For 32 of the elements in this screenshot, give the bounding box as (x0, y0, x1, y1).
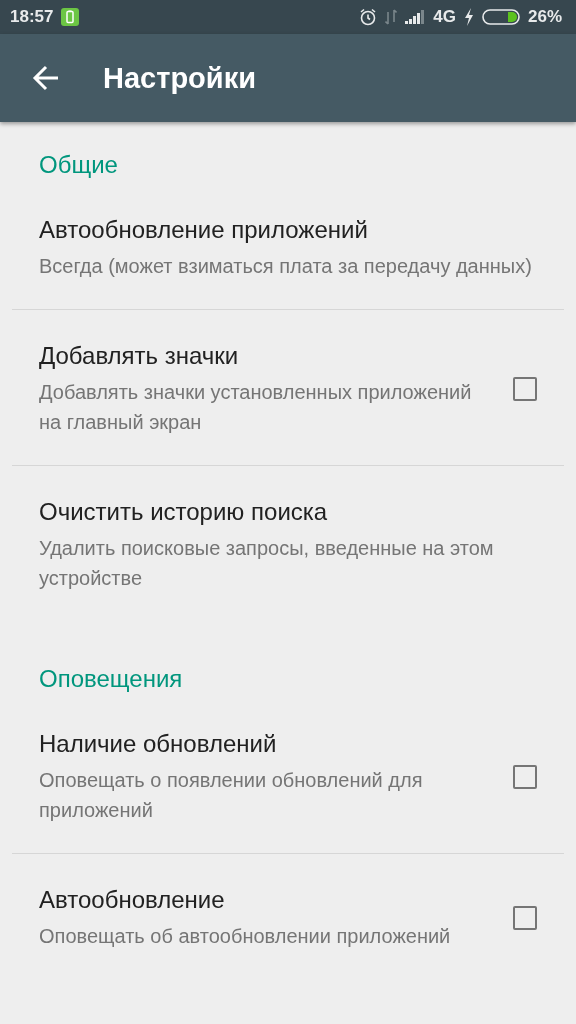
settings-item[interactable]: Очистить историю поиска Удалить поисковые запросы, введенные на этом устройстве (12, 466, 564, 621)
settings-item[interactable]: Наличие обновлений Оповещать о появлении обновлений для приложений (12, 698, 564, 854)
setting-title: Автообновление приложений (39, 215, 369, 245)
battery-icon (481, 9, 520, 25)
setting-title: Автообновление (39, 885, 226, 915)
settings-item[interactable]: Автообновление Оповещать об автообновлении приложений (12, 854, 564, 979)
section-header: Общие (38, 150, 119, 180)
data-arrows-icon (385, 9, 398, 25)
checkbox[interactable] (513, 764, 537, 789)
setting-summary: Удалить поисковые запросы, введенные на этом устройстве (39, 536, 495, 591)
setting-summary: Оповещать об автообновлении приложений (39, 924, 452, 949)
battery-app-icon (61, 8, 80, 26)
back-arrow-icon (32, 64, 60, 92)
network-type: 4G (433, 7, 456, 27)
setting-summary: Всегда (может взиматься плата за передачу данных) (39, 254, 533, 279)
setting-summary: Добавлять значки установленных приложений на главный экран (39, 380, 473, 435)
checkbox[interactable] (513, 905, 537, 930)
back-button[interactable] (32, 64, 60, 92)
setting-title: Очистить историю поиска (39, 497, 329, 527)
setting-summary: Оповещать о появлении обновлений для приложений (39, 768, 424, 823)
alarm-icon (359, 8, 378, 26)
screen-title: Настройки (103, 61, 256, 95)
section-header: Оповещения (38, 664, 184, 694)
signal-icon (405, 10, 426, 24)
checkbox[interactable] (513, 376, 537, 401)
clock-time: 18:57 (10, 7, 54, 27)
settings-item[interactable]: Автообновление приложений Всегда (может взиматься плата за передачу данных) (12, 184, 564, 310)
battery-percent: 26% (527, 7, 562, 27)
charging-icon (463, 8, 474, 26)
setting-title: Добавлять значки (39, 341, 240, 371)
settings-item[interactable]: Добавлять значки Добавлять значки установленных приложений на главный экран (12, 310, 564, 466)
setting-title: Наличие обновлений (39, 729, 278, 759)
